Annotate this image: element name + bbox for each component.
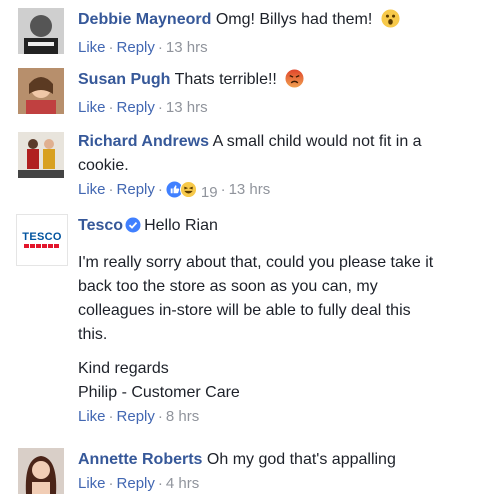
comment-text: Thats terrible!! (174, 71, 277, 88)
paragraph-line: back too the store as soon as you can, m… (78, 278, 378, 295)
verified-badge-icon (125, 217, 141, 241)
separator: · (157, 408, 163, 425)
reply-link[interactable]: Reply (117, 408, 155, 425)
reply-link[interactable]: Reply (117, 475, 155, 492)
comment-text: Hello Rian (144, 217, 218, 234)
separator: · (108, 99, 114, 116)
comment-text-continued: cookie. (78, 157, 129, 174)
avatar[interactable] (18, 8, 64, 54)
paragraph-line: I'm really sorry about that, could you p… (78, 254, 434, 271)
separator: · (157, 475, 163, 492)
comment-text: A small child would not fit in a (212, 133, 422, 150)
tesco-logo-stripes (24, 244, 60, 248)
separator: · (157, 181, 163, 198)
signoff-line: Philip - Customer Care (78, 384, 240, 401)
timestamp[interactable]: 4 hrs (166, 475, 199, 492)
avatar[interactable] (18, 68, 64, 114)
separator: · (157, 99, 163, 116)
reactions[interactable]: 19 (166, 181, 218, 204)
like-link[interactable]: Like (78, 99, 106, 116)
timestamp[interactable]: 13 hrs (229, 181, 271, 198)
paragraph-line: this. (78, 326, 108, 343)
commenter-name[interactable]: Tesco (78, 217, 123, 234)
reply-link[interactable]: Reply (117, 181, 155, 198)
reply-link[interactable]: Reply (117, 39, 155, 56)
signoff-line: Kind regards (78, 360, 169, 377)
avatar[interactable]: TESCO (16, 214, 68, 266)
avatar[interactable] (18, 132, 64, 178)
like-link[interactable]: Like (78, 181, 106, 198)
paragraph-line: colleagues in-store will be able to full… (78, 302, 411, 319)
commenter-name[interactable]: Debbie Mayneord (78, 11, 211, 28)
timestamp[interactable]: 8 hrs (166, 408, 199, 425)
like-link[interactable]: Like (78, 408, 106, 425)
separator: · (220, 181, 226, 198)
surprised-emoji-icon (381, 9, 400, 36)
comment-signoff: Kind regards Philip - Customer Care (78, 357, 478, 405)
reply-link[interactable]: Reply (117, 99, 155, 116)
separator: · (108, 475, 114, 492)
angry-emoji-icon (285, 69, 304, 96)
separator: · (108, 408, 114, 425)
commenter-name[interactable]: Susan Pugh (78, 71, 170, 88)
comment-text: Oh my god that's appalling (206, 451, 396, 468)
like-link[interactable]: Like (78, 39, 106, 56)
reaction-count: 19 (200, 183, 218, 201)
avatar[interactable] (18, 448, 64, 494)
haha-reaction-icon (179, 181, 197, 204)
separator: · (157, 39, 163, 56)
timestamp[interactable]: 13 hrs (166, 99, 208, 116)
separator: · (108, 39, 114, 56)
comment-paragraph: I'm really sorry about that, could you p… (78, 251, 478, 347)
comment-text: Omg! Billys had them! (215, 11, 373, 28)
tesco-logo-text: TESCO (22, 231, 62, 243)
commenter-name[interactable]: Annette Roberts (78, 451, 202, 468)
separator: · (108, 181, 114, 198)
timestamp[interactable]: 13 hrs (166, 39, 208, 56)
like-link[interactable]: Like (78, 475, 106, 492)
commenter-name[interactable]: Richard Andrews (78, 133, 209, 150)
